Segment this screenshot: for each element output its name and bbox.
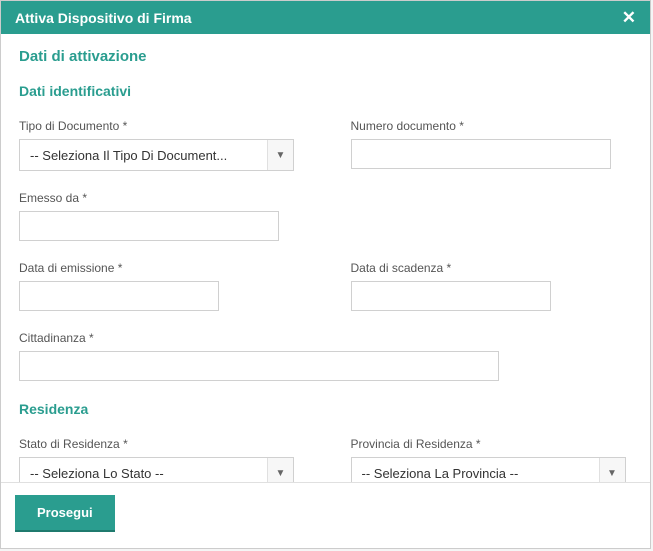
modal-body[interactable]: Dati di attivazione Dati identificativi … [1,34,650,482]
select-doctype-text: -- Seleziona Il Tipo Di Document... [20,148,267,163]
modal-footer: Prosegui [1,483,650,548]
modal-title: Attiva Dispositivo di Firma [15,10,192,26]
input-expirydate[interactable] [351,281,551,311]
input-docnumber[interactable] [351,139,611,169]
col-citizenship: Cittadinanza * [19,331,632,381]
modal-header: Attiva Dispositivo di Firma ✕ [1,1,650,34]
select-residence-state[interactable]: -- Seleziona Lo Stato -- ▼ [19,457,294,482]
proceed-button[interactable]: Prosegui [15,495,115,532]
input-issuedate[interactable] [19,281,219,311]
row-dates: Data di emissione * Data di scadenza * [19,261,632,311]
row-citizenship: Cittadinanza * [19,331,632,381]
section-title-identity: Dati identificativi [19,83,632,99]
col-doctype: Tipo di Documento * -- Seleziona Il Tipo… [19,119,301,171]
input-issuedby[interactable] [19,211,279,241]
col-residence-state: Stato di Residenza * -- Seleziona Lo Sta… [19,437,301,482]
modal-activate-signature-device: Attiva Dispositivo di Firma ✕ Dati di at… [0,0,651,549]
input-citizenship[interactable] [19,351,499,381]
select-residence-province[interactable]: -- Seleziona La Provincia -- ▼ [351,457,626,482]
label-issuedby: Emesso da * [19,191,301,205]
chevron-down-icon: ▼ [599,458,625,482]
select-residence-province-text: -- Seleziona La Provincia -- [352,466,599,481]
label-residence-province: Provincia di Residenza * [351,437,633,451]
label-residence-state: Stato di Residenza * [19,437,301,451]
row-residence: Stato di Residenza * -- Seleziona Lo Sta… [19,437,632,482]
chevron-down-icon: ▼ [267,140,293,170]
modal-body-wrap: Dati di attivazione Dati identificativi … [1,34,650,483]
col-empty-a [351,191,633,241]
label-issuedate: Data di emissione * [19,261,301,275]
label-expirydate: Data di scadenza * [351,261,633,275]
col-issuedby: Emesso da * [19,191,301,241]
col-issuedate: Data di emissione * [19,261,301,311]
close-icon[interactable]: ✕ [622,9,636,26]
row-issuedby: Emesso da * [19,191,632,241]
select-doctype[interactable]: -- Seleziona Il Tipo Di Document... ▼ [19,139,294,171]
col-docnumber: Numero documento * [351,119,633,171]
chevron-down-icon: ▼ [267,458,293,482]
select-residence-state-text: -- Seleziona Lo Stato -- [20,466,267,481]
section-title-residence: Residenza [19,401,632,417]
col-residence-province: Provincia di Residenza * -- Seleziona La… [351,437,633,482]
col-expirydate: Data di scadenza * [351,261,633,311]
row-doctype-docnumber: Tipo di Documento * -- Seleziona Il Tipo… [19,119,632,171]
label-docnumber: Numero documento * [351,119,633,133]
section-title-activation: Dati di attivazione [19,48,632,65]
label-doctype: Tipo di Documento * [19,119,301,133]
label-citizenship: Cittadinanza * [19,331,632,345]
